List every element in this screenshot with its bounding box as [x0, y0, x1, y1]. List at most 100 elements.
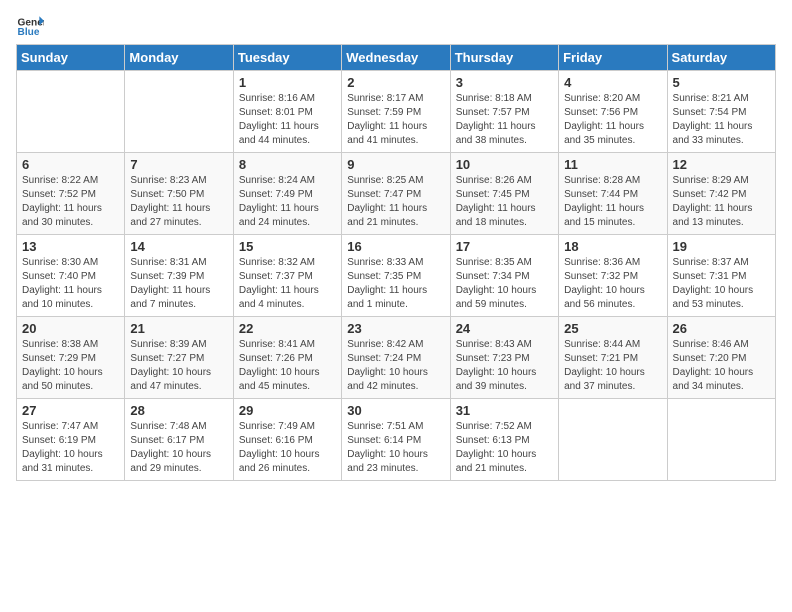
calendar-cell: 4Sunrise: 8:20 AM Sunset: 7:56 PM Daylig…: [559, 71, 667, 153]
calendar-cell: 12 Sunrise: 8:29 AM Sunset: 7:42 PM Dayli…: [667, 153, 775, 235]
cell-info: Sunrise: 8:24 AM Sunset: 7:49 PM Dayligh…: [239, 174, 336, 230]
header: General Blue: [16, 10, 776, 38]
day-number: 7: [130, 157, 227, 172]
day-number: 24: [456, 321, 553, 336]
day-number: 1: [239, 75, 336, 90]
day-number: 5: [673, 75, 770, 90]
calendar-cell: 22 Sunrise: 8:41 AM Sunset: 7:26 PM Dayli…: [233, 317, 341, 399]
day-number: 15: [239, 239, 336, 254]
logo-icon: General Blue: [16, 10, 44, 38]
week-row-5: 27Sunrise: 7:47 AM Sunset: 6:19 PM Dayli…: [17, 399, 776, 481]
calendar-cell: 20Sunrise: 8:38 AM Sunset: 7:29 PM Dayli…: [17, 317, 125, 399]
day-header-saturday: Saturday: [667, 45, 775, 71]
calendar-cell: 23Sunrise: 8:42 AM Sunset: 7:24 PM Dayli…: [342, 317, 450, 399]
day-number: 18: [564, 239, 661, 254]
cell-info: Sunrise: 8:46 AM Sunset: 7:20 PM Dayligh…: [673, 338, 770, 394]
calendar-cell: 13 Sunrise: 8:30 AM Sunset: 7:40 PM Dayli…: [17, 235, 125, 317]
cell-info: Sunrise: 8:35 AM Sunset: 7:34 PM Dayligh…: [456, 256, 553, 312]
cell-info: Sunrise: 8:39 AM Sunset: 7:27 PM Dayligh…: [130, 338, 227, 394]
day-number: 23: [347, 321, 444, 336]
page: General Blue SundayMondayTuesdayWednesda…: [0, 0, 792, 612]
day-number: 3: [456, 75, 553, 90]
calendar-cell: 3 Sunrise: 8:18 AM Sunset: 7:57 PM Daylig…: [450, 71, 558, 153]
calendar-cell: 16Sunrise: 8:33 AM Sunset: 7:35 PM Dayli…: [342, 235, 450, 317]
cell-info: Sunrise: 8:44 AM Sunset: 7:21 PM Dayligh…: [564, 338, 661, 394]
calendar-cell: [125, 71, 233, 153]
day-number: 17: [456, 239, 553, 254]
day-number: 14: [130, 239, 227, 254]
cell-info: Sunrise: 8:26 AM Sunset: 7:45 PM Dayligh…: [456, 174, 553, 230]
day-number: 9: [347, 157, 444, 172]
week-row-1: 1 Sunrise: 8:16 AM Sunset: 8:01 PM Daylig…: [17, 71, 776, 153]
cell-info: Sunrise: 8:32 AM Sunset: 7:37 PM Dayligh…: [239, 256, 336, 312]
day-header-monday: Monday: [125, 45, 233, 71]
cell-info: Sunrise: 8:23 AM Sunset: 7:50 PM Dayligh…: [130, 174, 227, 230]
day-number: 26: [673, 321, 770, 336]
day-number: 29: [239, 403, 336, 418]
day-number: 31: [456, 403, 553, 418]
cell-info: Sunrise: 8:33 AM Sunset: 7:35 PM Dayligh…: [347, 256, 444, 312]
day-header-wednesday: Wednesday: [342, 45, 450, 71]
cell-info: Sunrise: 8:18 AM Sunset: 7:57 PM Dayligh…: [456, 92, 553, 148]
cell-info: Sunrise: 8:22 AM Sunset: 7:52 PM Dayligh…: [22, 174, 119, 230]
day-header-friday: Friday: [559, 45, 667, 71]
calendar: SundayMondayTuesdayWednesdayThursdayFrid…: [16, 44, 776, 481]
calendar-cell: 26 Sunrise: 8:46 AM Sunset: 7:20 PM Dayli…: [667, 317, 775, 399]
day-header-sunday: Sunday: [17, 45, 125, 71]
calendar-cell: 9 Sunrise: 8:25 AM Sunset: 7:47 PM Daylig…: [342, 153, 450, 235]
calendar-cell: 25 Sunrise: 8:44 AM Sunset: 7:21 PM Dayli…: [559, 317, 667, 399]
cell-info: Sunrise: 8:43 AM Sunset: 7:23 PM Dayligh…: [456, 338, 553, 394]
calendar-cell: 27Sunrise: 7:47 AM Sunset: 6:19 PM Dayli…: [17, 399, 125, 481]
cell-info: Sunrise: 7:52 AM Sunset: 6:13 PM Dayligh…: [456, 420, 553, 476]
calendar-cell: [667, 399, 775, 481]
cell-info: Sunrise: 8:20 AM Sunset: 7:56 PM Dayligh…: [564, 92, 661, 148]
calendar-cell: 7 Sunrise: 8:23 AM Sunset: 7:50 PM Daylig…: [125, 153, 233, 235]
calendar-cell: 2Sunrise: 8:17 AM Sunset: 7:59 PM Daylig…: [342, 71, 450, 153]
calendar-cell: 5 Sunrise: 8:21 AM Sunset: 7:54 PM Daylig…: [667, 71, 775, 153]
cell-info: Sunrise: 8:29 AM Sunset: 7:42 PM Dayligh…: [673, 174, 770, 230]
day-number: 22: [239, 321, 336, 336]
calendar-cell: 14 Sunrise: 8:31 AM Sunset: 7:39 PM Dayli…: [125, 235, 233, 317]
cell-info: Sunrise: 8:25 AM Sunset: 7:47 PM Dayligh…: [347, 174, 444, 230]
cell-info: Sunrise: 8:30 AM Sunset: 7:40 PM Dayligh…: [22, 256, 119, 312]
day-number: 10: [456, 157, 553, 172]
calendar-header-row: SundayMondayTuesdayWednesdayThursdayFrid…: [17, 45, 776, 71]
cell-info: Sunrise: 8:21 AM Sunset: 7:54 PM Dayligh…: [673, 92, 770, 148]
calendar-cell: 24 Sunrise: 8:43 AM Sunset: 7:23 PM Dayli…: [450, 317, 558, 399]
cell-info: Sunrise: 8:31 AM Sunset: 7:39 PM Dayligh…: [130, 256, 227, 312]
day-header-thursday: Thursday: [450, 45, 558, 71]
calendar-cell: 15 Sunrise: 8:32 AM Sunset: 7:37 PM Dayli…: [233, 235, 341, 317]
week-row-2: 6 Sunrise: 8:22 AM Sunset: 7:52 PM Daylig…: [17, 153, 776, 235]
day-number: 12: [673, 157, 770, 172]
cell-info: Sunrise: 8:38 AM Sunset: 7:29 PM Dayligh…: [22, 338, 119, 394]
calendar-cell: 18 Sunrise: 8:36 AM Sunset: 7:32 PM Dayli…: [559, 235, 667, 317]
calendar-cell: 28Sunrise: 7:48 AM Sunset: 6:17 PM Dayli…: [125, 399, 233, 481]
cell-info: Sunrise: 7:51 AM Sunset: 6:14 PM Dayligh…: [347, 420, 444, 476]
calendar-cell: 11 Sunrise: 8:28 AM Sunset: 7:44 PM Dayli…: [559, 153, 667, 235]
day-number: 21: [130, 321, 227, 336]
calendar-cell: 30 Sunrise: 7:51 AM Sunset: 6:14 PM Dayli…: [342, 399, 450, 481]
calendar-cell: 21 Sunrise: 8:39 AM Sunset: 7:27 PM Dayli…: [125, 317, 233, 399]
cell-info: Sunrise: 7:47 AM Sunset: 6:19 PM Dayligh…: [22, 420, 119, 476]
day-number: 6: [22, 157, 119, 172]
calendar-cell: 10 Sunrise: 8:26 AM Sunset: 7:45 PM Dayli…: [450, 153, 558, 235]
cell-info: Sunrise: 8:16 AM Sunset: 8:01 PM Dayligh…: [239, 92, 336, 148]
day-header-tuesday: Tuesday: [233, 45, 341, 71]
day-number: 13: [22, 239, 119, 254]
calendar-cell: 17 Sunrise: 8:35 AM Sunset: 7:34 PM Dayli…: [450, 235, 558, 317]
calendar-cell: 8Sunrise: 8:24 AM Sunset: 7:49 PM Daylig…: [233, 153, 341, 235]
calendar-cell: [17, 71, 125, 153]
cell-info: Sunrise: 8:41 AM Sunset: 7:26 PM Dayligh…: [239, 338, 336, 394]
cell-info: Sunrise: 8:36 AM Sunset: 7:32 PM Dayligh…: [564, 256, 661, 312]
cell-info: Sunrise: 8:28 AM Sunset: 7:44 PM Dayligh…: [564, 174, 661, 230]
cell-info: Sunrise: 8:37 AM Sunset: 7:31 PM Dayligh…: [673, 256, 770, 312]
calendar-cell: 6 Sunrise: 8:22 AM Sunset: 7:52 PM Daylig…: [17, 153, 125, 235]
week-row-3: 13 Sunrise: 8:30 AM Sunset: 7:40 PM Dayli…: [17, 235, 776, 317]
day-number: 2: [347, 75, 444, 90]
cell-info: Sunrise: 7:49 AM Sunset: 6:16 PM Dayligh…: [239, 420, 336, 476]
day-number: 25: [564, 321, 661, 336]
week-row-4: 20Sunrise: 8:38 AM Sunset: 7:29 PM Dayli…: [17, 317, 776, 399]
day-number: 30: [347, 403, 444, 418]
logo: General Blue: [16, 10, 48, 38]
day-number: 11: [564, 157, 661, 172]
